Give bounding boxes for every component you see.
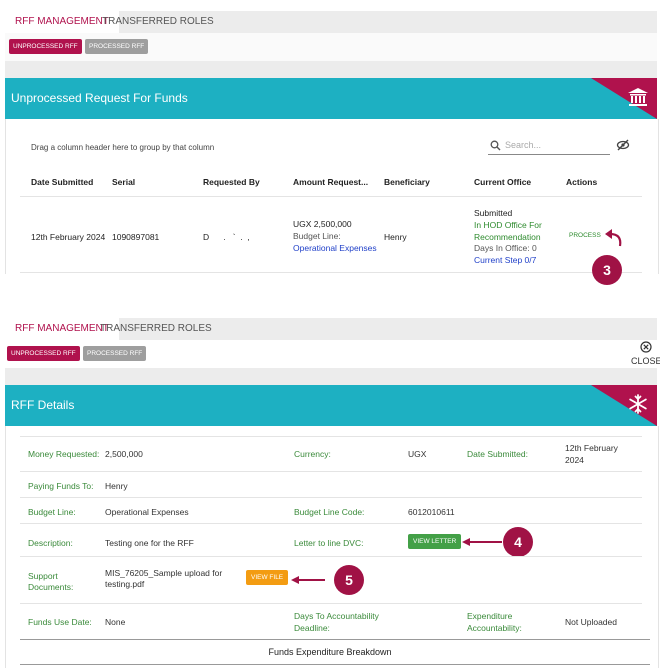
view-file-button[interactable]: VIEW FILE	[246, 570, 289, 585]
bottom-spacer	[5, 368, 657, 385]
support-file-line1: MIS_76205_Sample upload for	[105, 568, 223, 578]
bottom-subbar: UNPROCESSED RFF PROCESSED RFF	[5, 340, 657, 368]
breakdown-divider-top	[20, 639, 650, 640]
step-badge-4: 4	[503, 527, 533, 557]
exp-acc-label-line1: Expenditure	[467, 611, 513, 621]
view-letter-button[interactable]: VIEW LETTER	[408, 534, 462, 549]
processed-rff-button-2[interactable]: PROCESSED RFF	[83, 346, 147, 361]
row-office-line2: Recommendation	[474, 232, 541, 242]
budget-line-label: Budget Line:	[28, 507, 76, 517]
snowflake-icon	[627, 393, 649, 415]
budget-code-label: Budget Line Code:	[294, 507, 365, 517]
budget-code-value: 6012010611	[408, 507, 455, 517]
support-file-line2: testing.pdf	[105, 579, 145, 589]
date-submitted-line1: 12th February	[565, 443, 618, 453]
exp-acc-value: Not Uploaded	[565, 617, 617, 627]
process-button[interactable]: PROCESS	[569, 232, 601, 239]
currency-value: UGX	[408, 449, 427, 459]
details-header: RFF Details	[5, 385, 657, 426]
breakdown-divider-bottom	[20, 664, 650, 665]
arrow-left-icon	[291, 576, 325, 584]
description-value: Testing one for the RFF	[105, 538, 194, 548]
row-budget-line-link[interactable]: Operational Expenses	[293, 243, 377, 253]
row-current-step[interactable]: Current Step 0/7	[474, 255, 536, 265]
arrow-left-icon	[462, 538, 502, 546]
col-requested-by[interactable]: Requested By	[203, 177, 260, 187]
search-icon	[490, 140, 501, 151]
step-badge-5: 5	[334, 565, 364, 595]
days-acc-label-line2: Deadline:	[294, 623, 330, 633]
group-drag-hint: Drag a column header here to group by th…	[31, 143, 215, 152]
row-days-in-office: Days In Office: 0	[474, 243, 537, 253]
top-spacer	[5, 61, 657, 78]
col-current-office[interactable]: Current Office	[474, 177, 531, 187]
tab-transferred-roles[interactable]: TRANSFERRED ROLES	[102, 11, 214, 33]
row-divider	[20, 272, 642, 273]
col-serial[interactable]: Serial	[112, 177, 135, 187]
col-amount-requested[interactable]: Amount Request...	[293, 177, 368, 187]
money-requested-value: 2,500,000	[105, 449, 143, 459]
page-title: Unprocessed Request For Funds	[11, 91, 188, 105]
close-icon	[640, 341, 652, 353]
detail-divider	[20, 497, 642, 498]
top-tab-bar: RFF MANAGEMENT TRANSFERRED ROLES	[5, 11, 657, 33]
funds-use-label: Funds Use Date:	[28, 617, 92, 627]
eye-slash-icon[interactable]	[616, 139, 630, 151]
row-amount: UGX 2,500,000	[293, 219, 352, 229]
search-placeholder: Search...	[505, 140, 542, 150]
details-title: RFF Details	[11, 398, 75, 412]
row-office-line1: In HOD Office For	[474, 220, 542, 230]
processed-rff-button[interactable]: PROCESSED RFF	[85, 39, 149, 54]
col-actions: Actions	[566, 177, 598, 187]
money-requested-label: Money Requested:	[28, 449, 100, 459]
search-input[interactable]: Search...	[488, 138, 610, 155]
tab-transferred-roles-2[interactable]: TRANSFERRED ROLES	[100, 318, 212, 340]
curved-arrow-icon	[605, 229, 622, 247]
support-label-line1: Support	[28, 571, 58, 581]
detail-divider	[20, 556, 642, 557]
currency-label: Currency:	[294, 449, 331, 459]
col-date-submitted[interactable]: Date Submitted	[31, 177, 93, 187]
row-serial: 1090897081	[112, 232, 160, 242]
breakdown-title: Funds Expenditure Breakdown	[268, 647, 392, 657]
row-budget-line-label: Budget Line:	[293, 231, 341, 241]
row-requested-by: D . ` . ,	[203, 232, 250, 242]
bank-icon	[627, 86, 649, 108]
row-beneficiary: Henry	[384, 232, 407, 242]
col-beneficiary[interactable]: Beneficiary	[384, 177, 430, 187]
funds-use-value: None	[105, 617, 126, 627]
description-label: Description:	[28, 538, 73, 548]
budget-line-value: Operational Expenses	[105, 507, 189, 517]
paying-funds-label: Paying Funds To:	[28, 481, 94, 491]
days-acc-label-line1: Days To Accountability	[294, 611, 379, 621]
detail-divider	[20, 603, 642, 604]
close-label: CLOSE	[631, 356, 660, 366]
date-submitted-line2: 2024	[565, 455, 584, 465]
bottom-tab-bar: RFF MANAGEMENT TRANSFERRED ROLES	[5, 318, 657, 340]
letter-label: Letter to line DVC:	[294, 538, 364, 548]
header-divider	[20, 196, 642, 197]
support-label-line2: Documents:	[28, 582, 74, 592]
unprocessed-rff-button[interactable]: UNPROCESSED RFF	[9, 39, 82, 54]
detail-divider	[20, 471, 642, 472]
detail-divider	[20, 436, 642, 437]
unprocessed-rff-button-2[interactable]: UNPROCESSED RFF	[7, 346, 80, 361]
row-office-status: Submitted	[474, 208, 513, 218]
row-date: 12th February 2024	[31, 232, 106, 242]
exp-acc-label-line2: Accountability:	[467, 623, 522, 633]
detail-divider	[20, 523, 642, 524]
top-subbar: UNPROCESSED RFF PROCESSED RFF	[5, 33, 657, 61]
step-badge-3: 3	[592, 255, 622, 285]
date-submitted-label: Date Submitted:	[467, 449, 528, 459]
unprocessed-header: Unprocessed Request For Funds	[5, 78, 657, 119]
paying-funds-value: Henry	[105, 481, 128, 491]
